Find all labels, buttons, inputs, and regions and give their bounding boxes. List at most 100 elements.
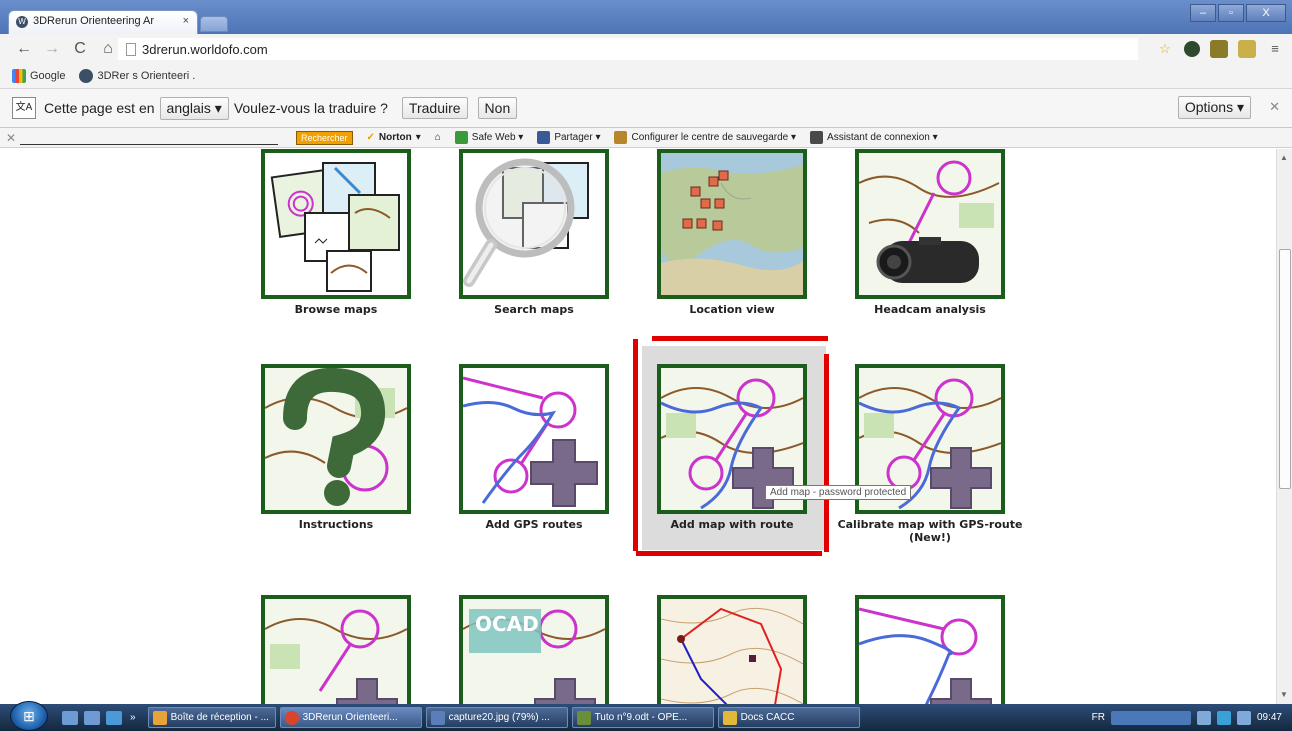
search-maps-illustration (463, 153, 605, 295)
folder-icon (722, 710, 737, 725)
tile-label-calibrate-map[interactable]: Calibrate map with GPS-route (New!) (830, 518, 1030, 544)
extension-icons: ☆ ≡ (1156, 40, 1284, 58)
tile-label-location-view[interactable]: Location view (632, 303, 832, 316)
task-label: Docs CACC (740, 712, 795, 723)
tile-add-gps-routes[interactable] (459, 364, 609, 514)
back-arrow-icon[interactable]: ← (10, 40, 38, 58)
scroll-thumb[interactable] (1279, 249, 1291, 489)
instructions-illustration (265, 368, 407, 510)
system-tray: FR 09:47 (1092, 704, 1292, 731)
norton-home[interactable]: ⌂ (435, 132, 441, 143)
task-writer[interactable]: Tuto n°9.odt - OPE... (571, 707, 714, 728)
volume-icon[interactable] (1236, 710, 1251, 725)
tile-label-add-gps-routes[interactable]: Add GPS routes (434, 518, 634, 531)
quicklaunch-expand-icon[interactable]: » (130, 712, 136, 723)
norton-extension-icon[interactable] (1184, 41, 1200, 57)
bookmark-google[interactable]: Google (12, 69, 65, 83)
language-dropdown[interactable]: anglais ▾ (159, 96, 229, 120)
route-comparison-illustration (661, 599, 803, 704)
tile-headcam-analysis[interactable] (855, 149, 1005, 299)
explorer-icon[interactable] (84, 710, 100, 725)
norton-label: Norton (378, 132, 412, 143)
reload-icon[interactable]: C (66, 40, 94, 58)
login-assistant-label: Assistant de connexion ▾ (827, 132, 938, 143)
tile-label-instructions[interactable]: Instructions (236, 518, 436, 531)
norton-backup[interactable]: Configurer le centre de sauvegarde ▾ (614, 131, 796, 144)
extension-box-icon[interactable] (1210, 40, 1228, 58)
translate-button[interactable]: Traduire (401, 97, 468, 119)
tile-label-add-map-with-route[interactable]: Add map with route (632, 518, 832, 531)
bookmarks-bar: Google 3DRer s Orienteeri . (0, 64, 1292, 88)
clock[interactable]: 09:47 (1257, 712, 1282, 723)
window-close-icon[interactable]: X (1246, 4, 1286, 22)
tile-location-view[interactable] (657, 149, 807, 299)
norton-close-icon[interactable]: ✕ (6, 131, 18, 145)
tab-close-icon[interactable]: × (183, 15, 189, 27)
rechercher-button[interactable]: Rechercher (296, 130, 353, 145)
address-bar[interactable]: 3drerun.worldofo.com (118, 38, 1138, 60)
puzzle-extension-icon[interactable] (1238, 40, 1256, 58)
translate-prefix: Cette page est en (44, 100, 155, 116)
tile-row3-4[interactable] (855, 595, 1005, 704)
highlight-top-line (652, 336, 828, 341)
internet-explorer-icon[interactable] (106, 710, 122, 725)
location-view-illustration (661, 153, 803, 295)
add-gps-routes-illustration (463, 368, 605, 510)
highlight-right-line (824, 354, 829, 552)
start-button[interactable]: ⊞ (10, 700, 48, 731)
browser-toolbar: ← → C ⌂ 3drerun.worldofo.com ☆ ≡ (0, 34, 1292, 64)
tab-3drerun[interactable]: W 3DRerun Orienteering Ar × (8, 10, 198, 34)
infobar-close-icon[interactable]: ✕ (1269, 99, 1280, 115)
scroll-up-icon[interactable]: ▲ (1280, 153, 1288, 162)
tile-browse-maps[interactable] (261, 149, 411, 299)
norton-menu[interactable]: ✓ Norton ▾ (367, 132, 421, 143)
norton-safe-web[interactable]: Safe Web ▾ (454, 131, 524, 144)
worldofo-icon (79, 69, 94, 83)
translate-question: Voulez-vous la traduire ? (233, 100, 388, 116)
media-player-icon[interactable] (1110, 710, 1191, 725)
ocad-illustration: OCAD (463, 599, 605, 704)
security-icon[interactable] (1216, 710, 1231, 725)
vertical-scrollbar[interactable]: ▲ ▼ (1276, 149, 1292, 704)
tile-label-browse-maps[interactable]: Browse maps (236, 303, 436, 316)
browse-maps-illustration (265, 153, 407, 295)
url-text: 3drerun.worldofo.com (142, 41, 268, 57)
translate-icon: 文A (12, 97, 36, 119)
options-button[interactable]: Options ▾ (1177, 96, 1251, 119)
menu-icon[interactable]: ≡ (1266, 40, 1284, 58)
tab-title: 3DRerun Orienteering Ar (33, 15, 155, 27)
tile-label-headcam-analysis[interactable]: Headcam analysis (830, 303, 1030, 316)
tile-label-search-maps[interactable]: Search maps (434, 303, 634, 316)
tile-row3-2-ocad[interactable]: OCAD (459, 595, 609, 704)
minimize-icon[interactable]: – (1190, 4, 1216, 22)
language-indicator[interactable]: FR (1092, 712, 1105, 723)
safe-web-label: Safe Web ▾ (471, 132, 524, 143)
tile-search-maps[interactable] (459, 149, 609, 299)
norton-login-assistant[interactable]: Assistant de connexion ▾ (810, 131, 938, 144)
task-chrome[interactable]: 3DRerun Orienteeri... (279, 707, 422, 728)
tile-row3-3[interactable] (657, 595, 807, 704)
bookmark-3drerun[interactable]: 3DRer s Orienteeri . (79, 69, 195, 83)
show-desktop-icon[interactable] (62, 710, 78, 725)
page-content: Browse maps Search maps Location view He… (0, 149, 1276, 704)
task-folder[interactable]: Docs CACC (717, 707, 860, 728)
task-label: Tuto n°9.odt - OPE... (594, 712, 688, 723)
backup-icon (614, 131, 628, 144)
task-label: 3DRerun Orienteeri... (302, 712, 398, 723)
route-plus-illustration (859, 599, 1001, 704)
new-tab-button[interactable] (200, 16, 228, 32)
network-icon[interactable] (1196, 710, 1211, 725)
no-button[interactable]: Non (477, 97, 518, 119)
task-image-viewer[interactable]: capture20.jpg (79%) ... (425, 707, 568, 728)
norton-share[interactable]: Partager ▾ (537, 131, 600, 144)
page-icon (126, 42, 136, 56)
maximize-icon[interactable]: ▫ (1218, 4, 1244, 22)
bookmark-star-icon[interactable]: ☆ (1156, 40, 1174, 58)
norton-search-input[interactable] (20, 131, 278, 145)
tile-instructions[interactable] (261, 364, 411, 514)
forward-arrow-icon[interactable]: → (38, 40, 66, 58)
tile-row3-1[interactable] (261, 595, 411, 704)
task-mail[interactable]: Boîte de réception - ... (147, 707, 276, 728)
norton-check-icon: ✓ (366, 132, 375, 143)
scroll-down-icon[interactable]: ▼ (1280, 690, 1288, 699)
